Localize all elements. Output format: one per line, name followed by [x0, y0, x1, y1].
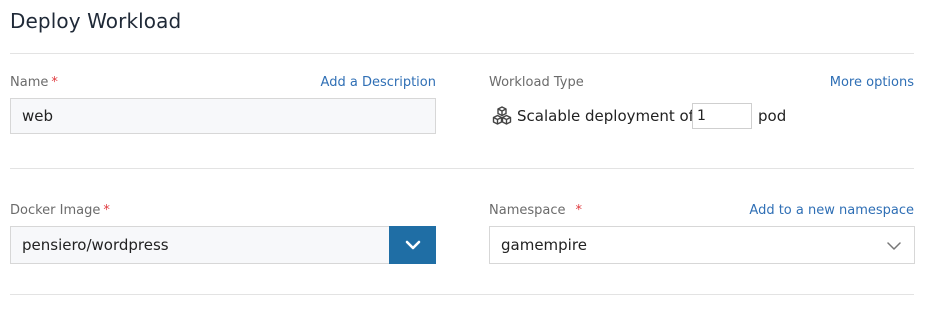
scalable-deployment-text: Scalable deployment of — [517, 107, 694, 125]
namespace-select[interactable]: gamempire — [489, 226, 915, 264]
name-label-text: Name — [10, 75, 49, 90]
docker-image-input[interactable]: pensiero/wordpress — [10, 226, 390, 264]
required-mark: * — [51, 75, 58, 90]
name-input-value: web — [22, 107, 54, 125]
divider — [10, 53, 914, 54]
namespace-value: gamempire — [501, 236, 587, 254]
chevron-down-icon — [887, 242, 901, 250]
add-description-link[interactable]: Add a Description — [321, 75, 436, 90]
pod-unit-text: pod — [758, 107, 787, 125]
divider — [10, 168, 914, 169]
required-mark: * — [103, 203, 110, 218]
page-title: Deploy Workload — [10, 9, 182, 33]
namespace-label-text: Namespace — [489, 203, 566, 218]
docker-image-value: pensiero/wordpress — [22, 236, 169, 254]
name-input[interactable]: web — [10, 98, 436, 134]
name-label: Name * — [10, 75, 58, 90]
required-mark: * — [575, 203, 583, 218]
chevron-down-icon — [405, 240, 420, 250]
divider — [10, 294, 914, 295]
docker-image-dropdown-button[interactable] — [389, 226, 436, 264]
workload-type-label: Workload Type — [489, 75, 584, 90]
add-namespace-link[interactable]: Add to a new namespace — [749, 203, 914, 218]
cubes-icon — [491, 105, 513, 127]
docker-image-label: Docker Image * — [10, 203, 110, 218]
more-options-link[interactable]: More options — [830, 75, 914, 90]
pod-count-value: 1 — [697, 108, 706, 124]
docker-image-label-text: Docker Image — [10, 203, 101, 218]
pod-count-input[interactable]: 1 — [692, 103, 752, 129]
namespace-label: Namespace * — [489, 203, 582, 218]
